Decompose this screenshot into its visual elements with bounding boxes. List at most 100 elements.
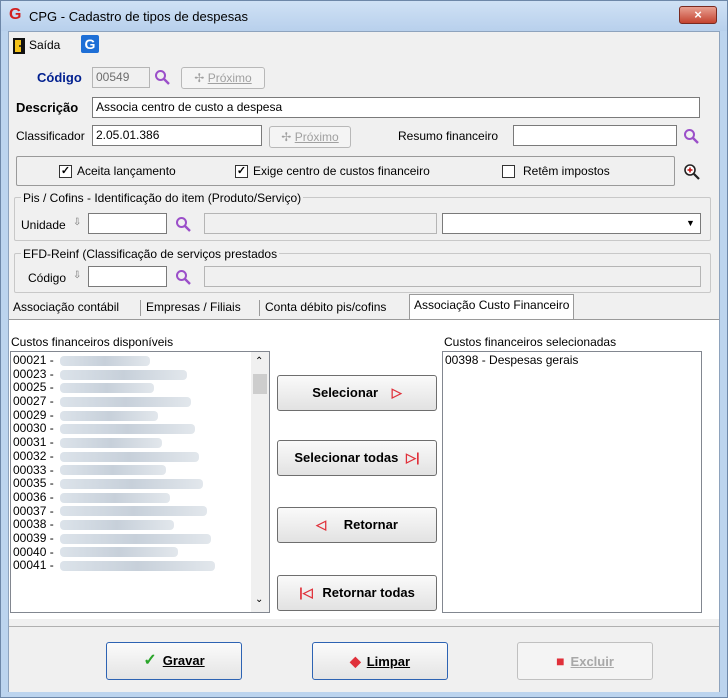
list-item[interactable]: 00031 -: [11, 435, 251, 450]
tab-separator: [140, 300, 141, 316]
efd-search-icon[interactable]: [175, 269, 191, 285]
redacted-text: [59, 520, 174, 531]
list-item[interactable]: 00040 -: [11, 545, 251, 560]
efd-reinf-title: EFD-Reinf (Classificação de serviços pre…: [21, 247, 280, 261]
resumo-input[interactable]: [513, 125, 677, 146]
check-icon: ✓: [143, 652, 157, 669]
close-button[interactable]: ×: [679, 6, 717, 24]
list-item[interactable]: 00029 -: [11, 408, 251, 423]
retem-impostos-checkbox[interactable]: [502, 165, 515, 178]
list-item-code: 00031 -: [13, 435, 54, 450]
list-item[interactable]: 00398 - Despesas gerais: [443, 353, 699, 368]
available-list[interactable]: 00021 -00023 -00025 -00027 -00029 -00030…: [10, 351, 270, 613]
exit-button[interactable]: Saída: [11, 37, 69, 55]
form-client-area: Saída G Código 00549 ✢ Próximo Descrição…: [8, 31, 720, 692]
pis-cofins-title: Pis / Cofins - Identificação do item (Pr…: [21, 191, 304, 205]
list-item[interactable]: 00039 -: [11, 531, 251, 546]
scroll-up-icon[interactable]: ⌃: [255, 356, 263, 367]
exit-door-icon: [13, 38, 25, 54]
aceita-lancamento-checkbox[interactable]: ✓: [59, 165, 72, 178]
efd-description-field: [204, 266, 701, 287]
brand-g-icon[interactable]: G: [81, 35, 99, 53]
classificador-input[interactable]: 2.05.01.386: [92, 125, 262, 146]
available-scrollbar[interactable]: ⌃ ⌄: [251, 352, 269, 612]
list-item[interactable]: 00023 -: [11, 366, 251, 382]
list-item[interactable]: 00033 -: [11, 463, 251, 478]
list-item[interactable]: 00025 -: [11, 381, 251, 395]
redacted-text: [59, 465, 166, 476]
redacted-text: [59, 355, 150, 366]
unidade-search-icon[interactable]: [175, 216, 191, 232]
tab-empresas-filiais[interactable]: Empresas / Filiais: [142, 297, 245, 319]
save-label: Gravar: [162, 653, 205, 668]
unidade-input[interactable]: [88, 213, 167, 234]
tab-separator: [259, 300, 260, 316]
list-item-code: 00025 -: [13, 380, 54, 395]
app-logo-icon: G: [9, 6, 22, 23]
pis-cofins-select[interactable]: [442, 213, 701, 234]
save-button[interactable]: ✓ Gravar: [106, 642, 242, 680]
arrow-left-icon: ◁: [316, 517, 327, 532]
codigo-search-icon[interactable]: [154, 69, 170, 85]
return-all-button[interactable]: |◁ Retornar todas: [277, 575, 437, 611]
list-item-code: 00027 -: [13, 394, 54, 409]
list-item[interactable]: 00037 -: [11, 504, 251, 519]
codigo-next-label: Próximo: [207, 71, 252, 85]
clear-button[interactable]: ◆ Limpar: [312, 642, 448, 680]
chevron-down-icon[interactable]: ▼: [686, 218, 695, 228]
window-title: CPG - Cadastro de tipos de despesas: [29, 9, 248, 24]
list-item[interactable]: 00027 -: [11, 394, 251, 409]
clear-label: Limpar: [366, 654, 411, 669]
unidade-sort-icon: ⇩: [73, 217, 82, 228]
tab-conta-debito[interactable]: Conta débito pis/cofins: [261, 297, 390, 319]
list-item[interactable]: 00030 -: [11, 422, 251, 436]
list-item-code: 00038 -: [13, 517, 54, 532]
list-item[interactable]: 00032 -: [11, 449, 251, 464]
return-button[interactable]: ◁ Retornar: [277, 507, 437, 543]
list-item[interactable]: 00021 -: [11, 353, 251, 368]
descricao-label: Descrição: [16, 100, 79, 115]
selected-list[interactable]: 00398 - Despesas gerais: [442, 351, 702, 613]
tab-associacao-contabil[interactable]: Associação contábil: [9, 297, 123, 319]
scroll-thumb[interactable]: [253, 374, 267, 394]
list-item[interactable]: 00041 -: [11, 558, 251, 573]
exige-centro-custos-label: Exige centro de custos financeiro: [253, 164, 430, 178]
list-item-code: 00030 -: [13, 421, 54, 436]
unidade-label: Unidade: [21, 218, 66, 232]
redacted-text: [59, 369, 187, 380]
list-item-code: 00035 -: [13, 476, 54, 491]
list-item[interactable]: 00036 -: [11, 489, 251, 505]
codigo-next-button[interactable]: ✢ Próximo: [181, 67, 265, 89]
redacted-text: [59, 479, 203, 490]
redacted-text: [59, 506, 207, 517]
efd-codigo-label: Código: [28, 271, 67, 285]
selected-label: Custos financeiros selecionadas: [444, 335, 617, 349]
codigo-input[interactable]: 00549: [92, 67, 150, 88]
exit-label: Saída: [29, 38, 61, 52]
return-label: Retornar: [343, 517, 398, 532]
exige-centro-custos-checkbox[interactable]: ✓: [235, 165, 248, 178]
descricao-input[interactable]: Associa centro de custo a despesa: [92, 97, 700, 118]
list-item[interactable]: 00035 -: [11, 476, 251, 491]
list-item-code: 00023 -: [13, 366, 54, 381]
selected-items: 00398 - Despesas gerais: [443, 353, 699, 368]
select-all-label: Selecionar todas: [294, 450, 399, 465]
classificador-label: Classificador: [16, 129, 85, 143]
scroll-down-icon[interactable]: ⌄: [255, 594, 263, 605]
select-label: Selecionar: [312, 385, 379, 400]
zoom-in-icon[interactable]: [683, 163, 700, 180]
select-button[interactable]: Selecionar ▷: [277, 375, 437, 411]
tab-panel: Custos financeiros disponíveis 00021 -00…: [9, 319, 719, 619]
list-item[interactable]: 00038 -: [11, 517, 251, 532]
delete-button[interactable]: ■ Excluir: [517, 642, 653, 680]
classificador-next-button[interactable]: ✢ Próximo: [269, 126, 351, 148]
efd-codigo-input[interactable]: [88, 266, 167, 287]
redacted-text: [59, 424, 195, 435]
resumo-search-icon[interactable]: [683, 128, 699, 144]
arrow-right-icon: ▷: [391, 385, 402, 400]
select-all-button[interactable]: Selecionar todas ▷|: [277, 440, 437, 476]
redacted-text: [59, 437, 162, 448]
aceita-lancamento-label: Aceita lançamento: [77, 164, 176, 178]
tab-associacao-custo-financeiro[interactable]: Associação Custo Financeiro: [409, 294, 575, 320]
list-item-code: 00036 -: [13, 489, 54, 504]
